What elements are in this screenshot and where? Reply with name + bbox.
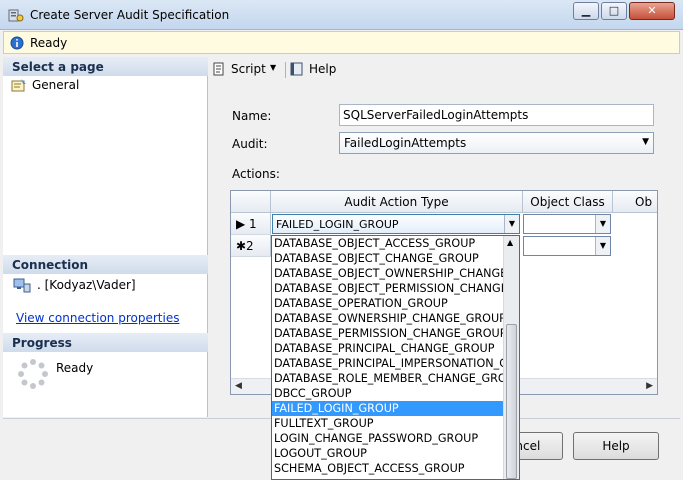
chevron-down-icon: ▼ xyxy=(595,215,610,233)
dropdown-option[interactable]: FULLTEXT_GROUP xyxy=(272,416,504,431)
script-button[interactable]: Script ▼ xyxy=(211,60,281,80)
server-icon xyxy=(13,278,31,293)
help-button[interactable]: Help xyxy=(573,432,659,460)
dropdown-option[interactable]: LOGIN_CHANGE_PASSWORD_GROUP xyxy=(272,431,504,446)
actions-label: Actions: xyxy=(232,167,280,181)
dropdown-option[interactable]: DATABASE_OBJECT_OWNERSHIP_CHANGE_GROUP xyxy=(272,266,504,281)
info-icon xyxy=(10,36,24,50)
dropdown-option[interactable]: DATABASE_OBJECT_PERMISSION_CHANGE_GROUP xyxy=(272,281,504,296)
dropdown-vertical-scrollbar[interactable]: ▲ xyxy=(503,236,519,479)
object-class-select-new[interactable]: ▼ xyxy=(523,236,611,256)
name-label: Name: xyxy=(232,109,272,123)
chevron-down-icon: ▼ xyxy=(595,237,610,255)
dropdown-option[interactable]: FAILED_LOGIN_GROUP xyxy=(272,401,504,416)
minimize-button[interactable]: ▁ xyxy=(573,2,599,20)
window-title: Create Server Audit Specification xyxy=(30,8,230,22)
connection-server-label: . [Kodyaz\Vader] xyxy=(37,278,136,292)
audit-label: Audit: xyxy=(232,137,268,151)
row-header-1[interactable]: ▶ 1 xyxy=(231,213,271,235)
select-page-header: Select a page xyxy=(3,57,208,76)
audit-select[interactable]: FailedLoginAttempts ▼ xyxy=(339,132,654,154)
audit-action-type-value: FAILED_LOGIN_GROUP xyxy=(276,218,399,231)
dropdown-option[interactable]: DATABASE_PRINCIPAL_CHANGE_GROUP xyxy=(272,341,504,356)
progress-spinner-icon xyxy=(18,359,48,389)
scroll-right-icon[interactable]: ▶ xyxy=(646,381,653,391)
connection-header: Connection xyxy=(3,255,208,274)
dropdown-option[interactable]: DATABASE_OBJECT_CHANGE_GROUP xyxy=(272,251,504,266)
dropdown-option[interactable]: DATABASE_PRINCIPAL_IMPERSONATION_GROUP xyxy=(272,356,504,371)
audit-select-value: FailedLoginAttempts xyxy=(344,136,467,150)
close-button[interactable]: ✕ xyxy=(629,2,675,20)
dropdown-option[interactable]: DATABASE_PERMISSION_CHANGE_GROUP xyxy=(272,326,504,341)
toolbar: Script ▼ Help xyxy=(209,57,680,82)
audit-action-type-dropdown-list[interactable]: DATABASE_OBJECT_ACCESS_GROUP DATABASE_OBJ… xyxy=(271,235,520,480)
progress-status-label: Ready xyxy=(56,361,94,375)
page-item-label: General xyxy=(32,78,80,92)
maximize-button[interactable]: □ xyxy=(601,2,627,20)
scrollbar-thumb[interactable] xyxy=(506,324,517,479)
column-header-object-class[interactable]: Object Class xyxy=(523,191,613,213)
name-field[interactable]: SQLServerFailedLoginAttempts xyxy=(339,104,654,126)
chevron-down-icon: ▼ xyxy=(642,137,649,147)
scroll-left-icon[interactable]: ◀ xyxy=(235,381,242,391)
dropdown-option[interactable]: DATABASE_OWNERSHIP_CHANGE_GROUP xyxy=(272,311,504,326)
chevron-down-icon: ▼ xyxy=(504,215,519,233)
toolbar-separator xyxy=(285,62,286,78)
column-header-object[interactable]: Ob xyxy=(613,191,657,213)
dropdown-option[interactable]: LOGOUT_GROUP xyxy=(272,446,504,461)
grid-corner xyxy=(231,191,271,213)
object-class-select[interactable]: ▼ xyxy=(523,214,611,234)
scroll-up-icon[interactable]: ▲ xyxy=(507,238,513,247)
dropdown-option[interactable]: DATABASE_OBJECT_ACCESS_GROUP xyxy=(272,236,504,251)
help-toolbar-label: Help xyxy=(309,62,337,76)
dropdown-option[interactable]: DATABASE_OPERATION_GROUP xyxy=(272,296,504,311)
chevron-down-icon[interactable]: ▼ xyxy=(270,63,276,72)
help-toolbar-button[interactable]: Help xyxy=(289,60,339,80)
dropdown-option[interactable]: SCHEMA_OBJECT_ACCESS_GROUP xyxy=(272,461,504,476)
row-header-new[interactable]: ✱2 xyxy=(231,235,271,257)
properties-page-icon xyxy=(11,79,26,92)
progress-header: Progress xyxy=(3,333,208,352)
audit-action-type-select[interactable]: FAILED_LOGIN_GROUP ▼ xyxy=(272,214,520,234)
server-audit-icon xyxy=(8,9,24,22)
dropdown-items: DATABASE_OBJECT_ACCESS_GROUP DATABASE_OBJ… xyxy=(272,236,519,476)
help-book-icon xyxy=(290,62,303,76)
left-pane: Select a page General Connection . [Kody… xyxy=(3,57,208,417)
dropdown-option[interactable]: DBCC_GROUP xyxy=(272,386,504,401)
column-header-audit-action-type[interactable]: Audit Action Type xyxy=(271,191,523,213)
status-text: Ready xyxy=(30,36,68,50)
view-connection-properties-link[interactable]: View connection properties xyxy=(16,311,179,325)
status-bar: Ready xyxy=(3,31,680,54)
script-button-label: Script xyxy=(231,62,266,76)
script-icon xyxy=(213,62,224,76)
title-bar: Create Server Audit Specification ▁ □ ✕ xyxy=(0,0,683,30)
dropdown-option[interactable]: DATABASE_ROLE_MEMBER_CHANGE_GROUP xyxy=(272,371,504,386)
